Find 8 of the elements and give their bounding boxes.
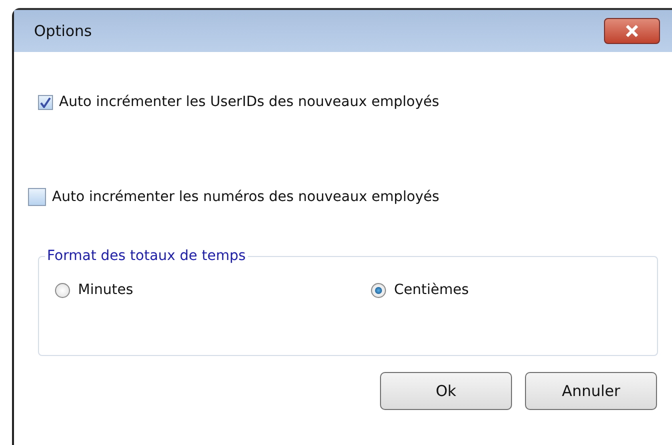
window-title: Options xyxy=(34,22,92,40)
radio-label: Minutes xyxy=(78,282,134,298)
checkbox-label: Auto incrémenter les UserIDs des nouveaux employés xyxy=(59,94,440,110)
ok-button[interactable]: Ok xyxy=(380,372,512,410)
group-title: Format des totaux de temps xyxy=(46,248,247,264)
radio-label: Centièmes xyxy=(394,282,469,298)
checkbox-label: Auto incrémenter les numéros des nouveaux employés xyxy=(52,189,440,205)
cancel-button[interactable]: Annuler xyxy=(525,372,657,410)
